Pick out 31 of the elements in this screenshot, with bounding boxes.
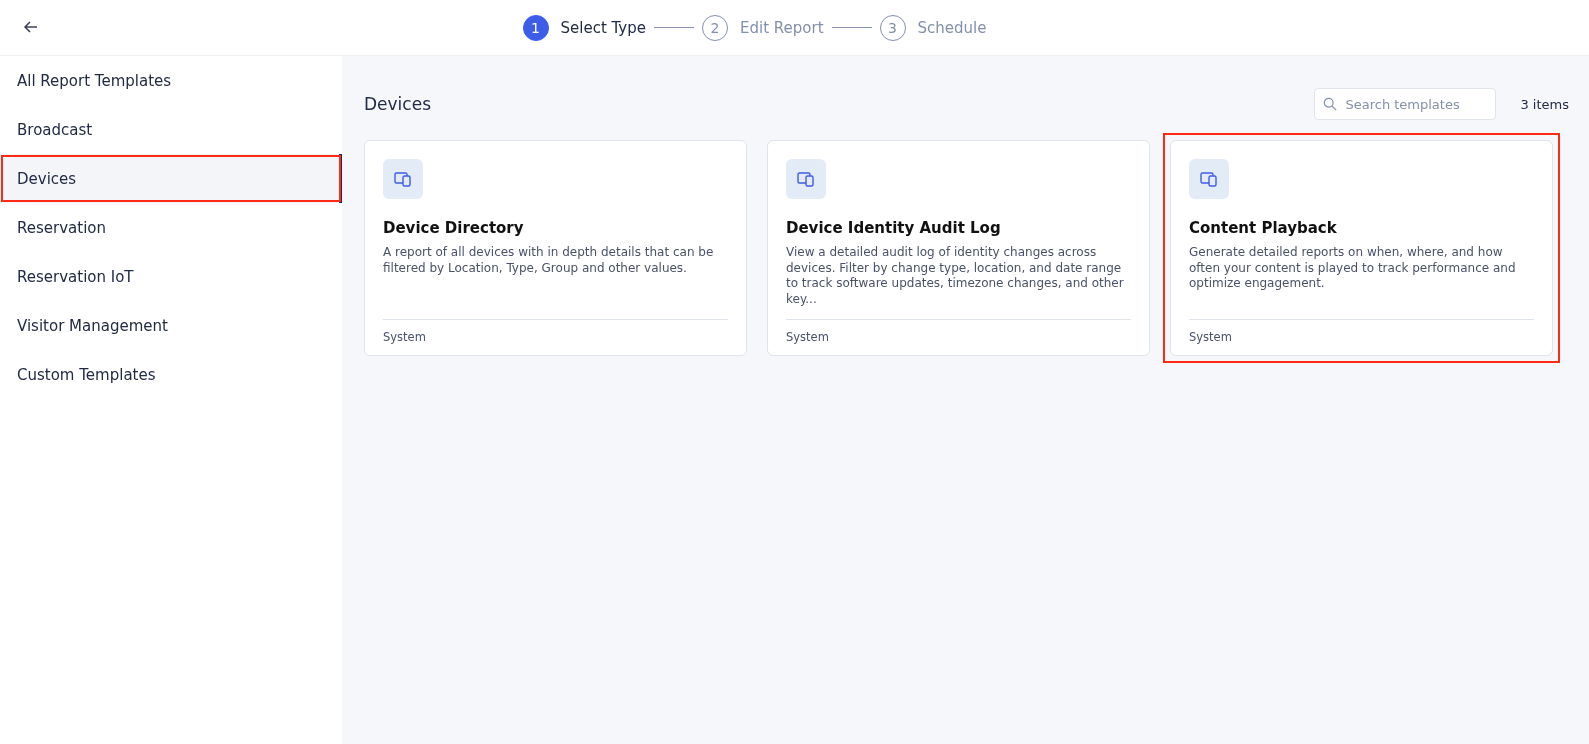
card-footer: System <box>1189 319 1534 355</box>
step-number: 1 <box>522 14 549 41</box>
template-card[interactable] <box>767 140 1150 356</box>
search-field[interactable]: Search templates <box>1314 88 1497 120</box>
item-count: 3 items <box>1520 96 1569 112</box>
devices-icon <box>1189 159 1229 199</box>
sidebar-item[interactable]: All Report Templates <box>0 56 342 105</box>
card-title: Content Playback <box>1189 219 1338 237</box>
devices-icon <box>786 159 826 199</box>
template-card[interactable]: Content Playback Generate detailed reports on when, where, and how often your content is played to track performance and optimize engagement. System <box>1170 140 1553 356</box>
section-title: Devices <box>364 94 432 114</box>
sidebar-item[interactable]: Reservation IoT <box>0 252 342 301</box>
card-description: View a detailed audit log of identity changes across devices. Filter by change type, location, and date range to track software updates, timezone changes, and other key... <box>786 245 1125 308</box>
card-description: A report of all devices with in depth details that can be filtered by Location, Type, Group and other values. <box>383 245 715 277</box>
template-card[interactable]: Device Directory A report of all devices with in depth details that can be filtered by Location, Type, Group and other values. System <box>364 140 747 356</box>
step-label: Schedule <box>917 18 987 37</box>
devices-icon <box>383 159 423 199</box>
step-label: Edit Report <box>740 18 824 37</box>
sidebar-item[interactable]: Custom Templates <box>0 350 342 399</box>
card-title: Device Identity Audit Log <box>786 219 1002 237</box>
search-input[interactable]: Search templates <box>1343 95 1488 113</box>
card-title: Device Directory <box>383 219 525 237</box>
sidebar-item[interactable]: Broadcast <box>0 105 342 154</box>
card-footer: System <box>786 319 1131 355</box>
search-icon <box>1323 96 1338 112</box>
sidebar-item[interactable]: Visitor Management <box>0 301 342 350</box>
sidebar-item[interactable]: Reservation <box>0 203 342 252</box>
sidebar-item[interactable]: Devices <box>0 154 342 203</box>
step-label: Select Type <box>560 18 646 37</box>
card-footer: System <box>383 319 728 355</box>
card-description: Generate detailed reports on when, where, and how often your content is played to track performance and optimize engagement. <box>1189 245 1517 292</box>
